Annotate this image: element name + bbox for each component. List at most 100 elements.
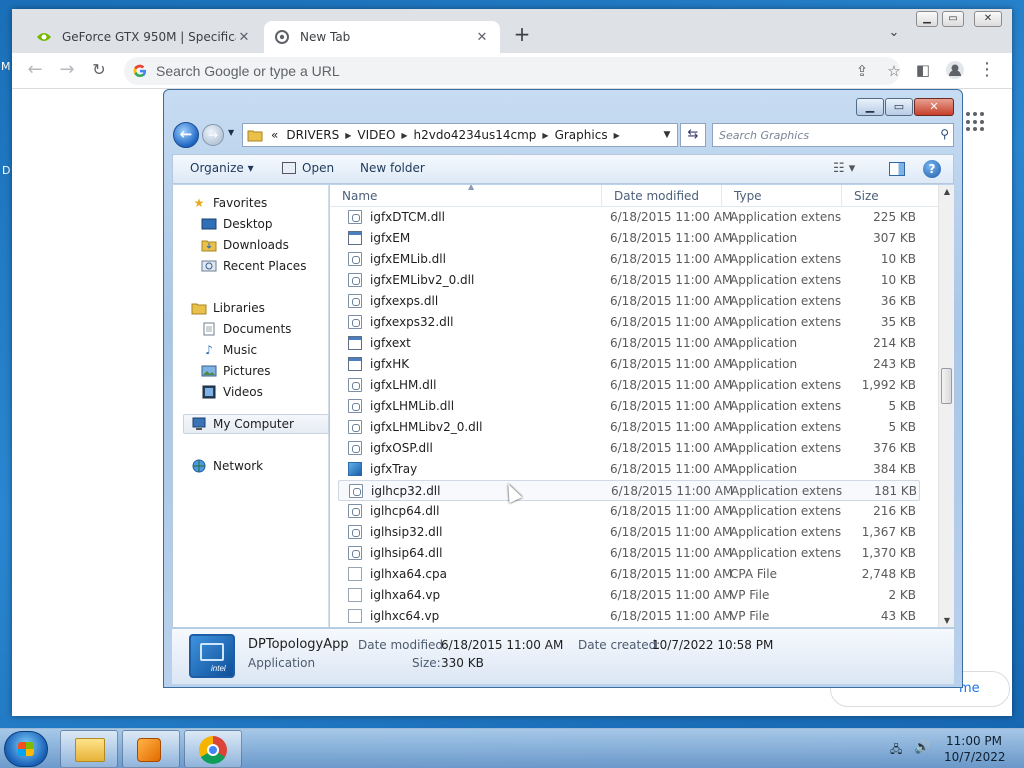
bookmark-star-icon[interactable]: ☆ — [884, 61, 904, 81]
back-arrow-icon[interactable]: ← — [24, 60, 46, 82]
column-header-type[interactable]: Type — [722, 185, 842, 207]
column-header-date[interactable]: Date modified — [602, 185, 722, 207]
taskbar-chrome-button[interactable] — [184, 730, 242, 768]
nav-network[interactable]: Network — [191, 456, 263, 476]
chevron-right-icon[interactable]: ▶ — [542, 131, 548, 140]
file-row[interactable]: igfxEM 6/18/2015 11:00 AM Application 307 K… — [338, 228, 920, 249]
address-input[interactable] — [156, 61, 796, 81]
breadcrumb-drivers[interactable]: DRIVERS — [286, 128, 339, 142]
file-row[interactable]: igfxHK 6/18/2015 11:00 AM Application 243 K… — [338, 354, 920, 375]
nav-recent-places[interactable]: Recent Places — [201, 256, 306, 276]
volume-icon[interactable]: 🔊 — [914, 740, 930, 755]
file-row[interactable]: igfxEMLib.dll 6/18/2015 11:00 AM Applicati… — [338, 249, 920, 270]
tab-geforce[interactable]: GeForce GTX 950M | Specification ✕ — [26, 21, 262, 53]
vertical-scrollbar[interactable]: ▲ ▼ — [938, 185, 954, 627]
file-row[interactable]: igfxDTCM.dll 6/18/2015 11:00 AM Applicatio… — [338, 207, 920, 228]
file-row[interactable]: igfxexps32.dll 6/18/2015 11:00 AM Applicat… — [338, 312, 920, 333]
chevron-right-icon[interactable]: ▶ — [614, 131, 620, 140]
search-input[interactable] — [719, 127, 919, 143]
forward-arrow-icon[interactable]: → — [56, 60, 78, 82]
tab-search-icon[interactable]: ⌄ — [884, 25, 904, 45]
close-window-button[interactable]: ✕ — [974, 11, 1002, 27]
change-view-icon[interactable]: ☷ ▾ — [833, 161, 855, 176]
file-row[interactable]: igfxexps.dll 6/18/2015 11:00 AM Applicatio… — [338, 291, 920, 312]
nav-videos[interactable]: Videos — [201, 382, 263, 402]
file-row[interactable]: igfxTray 6/18/2015 11:00 AM Application 384… — [338, 459, 920, 480]
new-tab-button[interactable]: + — [510, 23, 534, 47]
file-row[interactable]: iglhsip64.dll 6/18/2015 11:00 AM Applicati… — [338, 543, 920, 564]
scroll-thumb[interactable] — [941, 368, 952, 404]
search-icon[interactable]: ⚲ — [940, 127, 949, 141]
reload-icon[interactable]: ↻ — [88, 60, 110, 82]
omnibox[interactable]: ⇪ ☆ — [124, 57, 901, 85]
column-header-size[interactable]: Size — [842, 185, 938, 207]
forward-arrow-icon[interactable]: → — [202, 124, 224, 146]
column-header-name[interactable]: Name — [330, 185, 602, 207]
kebab-menu-icon[interactable]: ⋮ — [976, 60, 998, 82]
refresh-icon[interactable]: ⇆ — [680, 123, 706, 147]
new-folder-button[interactable]: New folder — [360, 161, 425, 175]
scroll-down-icon[interactable]: ▼ — [939, 616, 954, 625]
clock-date[interactable]: 10/7/2022 — [944, 750, 1006, 764]
file-row[interactable]: igfxLHMLibv2_0.dll 6/18/2015 11:00 AM Appl… — [338, 417, 920, 438]
file-row[interactable]: igfxext 6/18/2015 11:00 AM Application 214 … — [338, 333, 920, 354]
file-row[interactable]: iglhcp64.dll 6/18/2015 11:00 AM Applicatio… — [338, 501, 920, 522]
nav-my-computer[interactable]: My Computer — [183, 414, 329, 434]
tab-strip: GeForce GTX 950M | Specification ✕ New T… — [12, 9, 1012, 53]
file-row[interactable]: iglhxc64.vp 6/18/2015 11:00 AM VP File 43 K… — [338, 606, 920, 627]
scroll-up-icon[interactable]: ▲ — [939, 187, 954, 196]
breadcrumb-overflow[interactable]: « — [271, 128, 278, 142]
file-row[interactable]: iglhsip32.dll 6/18/2015 11:00 AM Applicati… — [338, 522, 920, 543]
open-button[interactable]: Open — [282, 161, 334, 175]
file-row[interactable]: iglhxa64.vp 6/18/2015 11:00 AM VP File 2 KB — [338, 585, 920, 606]
nav-downloads[interactable]: Downloads — [201, 235, 289, 255]
help-icon[interactable]: ? — [923, 160, 941, 178]
back-arrow-icon[interactable]: ← — [173, 122, 199, 148]
file-row[interactable]: iglhcp32.dll 6/18/2015 11:00 AM Applicatio… — [338, 480, 920, 501]
nav-libraries[interactable]: Libraries — [191, 298, 265, 318]
close-window-button[interactable]: ✕ — [914, 98, 954, 116]
recent-pages-chevron-icon[interactable]: ▼ — [228, 128, 234, 137]
breadcrumb-graphics[interactable]: Graphics — [555, 128, 608, 142]
breadcrumb-h2vdo[interactable]: h2vdo4234us14cmp — [414, 128, 537, 142]
google-apps-icon[interactable] — [966, 112, 986, 132]
close-tab-icon[interactable]: ✕ — [236, 30, 252, 45]
breadcrumb-video[interactable]: VIDEO — [357, 128, 395, 142]
navigation-bar: ← → ▼ « DRIVERS ▶ VIDEO ▶ h2vdo4234us14c… — [164, 120, 962, 152]
taskbar-explorer-button[interactable] — [60, 730, 118, 768]
nav-pictures[interactable]: Pictures — [201, 361, 271, 381]
close-tab-icon[interactable]: ✕ — [474, 30, 490, 45]
organize-button[interactable]: Organize ▾ — [190, 161, 254, 175]
file-row[interactable]: iglhxa64.cpa 6/18/2015 11:00 AM CPA File 2,… — [338, 564, 920, 585]
address-dropdown-icon[interactable]: ▼ — [657, 130, 677, 140]
preview-pane-icon[interactable] — [889, 162, 905, 176]
taskbar-media-player-button[interactable] — [122, 730, 180, 768]
computer-icon — [191, 417, 207, 431]
chevron-right-icon[interactable]: ▶ — [401, 131, 407, 140]
maximize-button[interactable]: ▭ — [942, 11, 964, 27]
minimize-button[interactable]: ▁ — [916, 11, 938, 27]
address-bar[interactable]: « DRIVERS ▶ VIDEO ▶ h2vdo4234us14cmp ▶ G… — [242, 123, 678, 147]
nav-music[interactable]: ♪ Music — [201, 340, 257, 360]
chevron-right-icon[interactable]: ▶ — [345, 131, 351, 140]
side-panel-icon[interactable]: ◧ — [912, 60, 934, 82]
share-icon[interactable]: ⇪ — [852, 61, 872, 81]
clock-time[interactable]: 11:00 PM — [944, 734, 1004, 748]
nav-desktop[interactable]: Desktop — [201, 214, 273, 234]
file-row[interactable]: igfxEMLibv2_0.dll 6/18/2015 11:00 AM Appli… — [338, 270, 920, 291]
profile-avatar-icon[interactable] — [944, 60, 966, 82]
file-size: 243 KB — [873, 357, 916, 371]
nav-documents[interactable]: Documents — [201, 319, 291, 339]
minimize-button[interactable]: ▁ — [856, 98, 884, 116]
file-row[interactable]: igfxLHM.dll 6/18/2015 11:00 AM Application… — [338, 375, 920, 396]
maximize-button[interactable]: ▭ — [885, 98, 913, 116]
file-date: 6/18/2015 11:00 AM — [610, 378, 733, 392]
tab-new-tab[interactable]: New Tab ✕ — [264, 21, 500, 53]
file-row[interactable]: igfxOSP.dll 6/18/2015 11:00 AM Application… — [338, 438, 920, 459]
search-box[interactable]: ⚲ — [712, 123, 954, 147]
file-row[interactable]: igfxLHMLib.dll 6/18/2015 11:00 AM Applicat… — [338, 396, 920, 417]
network-tray-icon[interactable]: 🖧 — [890, 741, 906, 756]
nav-favorites[interactable]: ★ Favorites — [191, 193, 268, 213]
tab-title: New Tab — [300, 30, 351, 44]
start-button[interactable] — [4, 731, 48, 767]
